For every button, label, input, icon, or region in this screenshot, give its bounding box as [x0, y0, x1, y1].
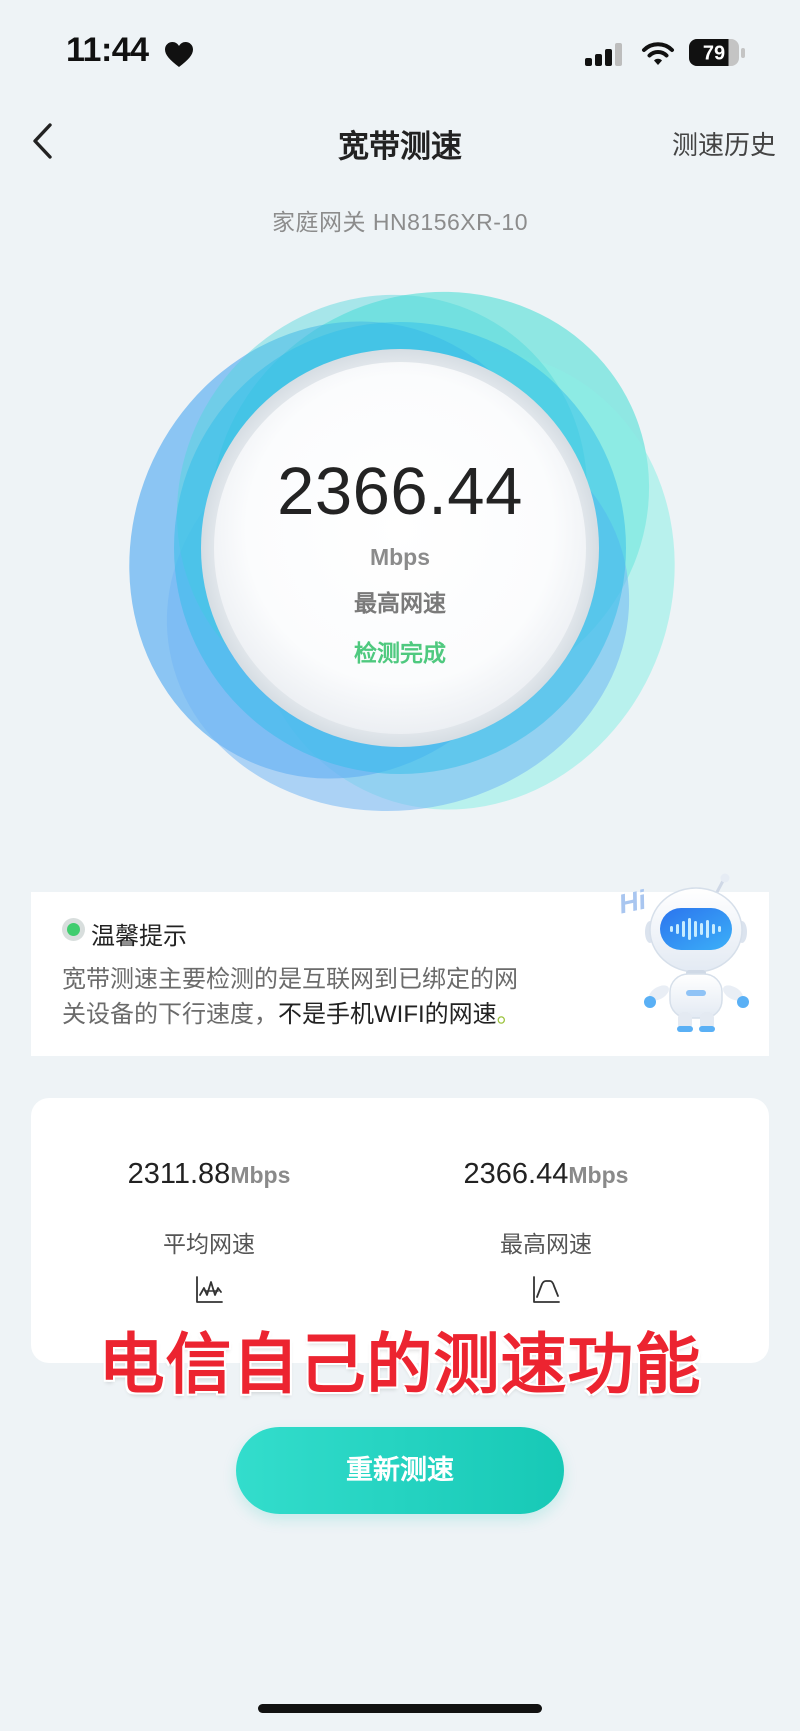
test-status: 检测完成	[354, 640, 446, 666]
max-speed-label: 最高网速	[354, 590, 446, 616]
average-speed-stat: 2311.88Mbps 平均网速	[44, 1098, 374, 1363]
wifi-icon	[642, 42, 674, 65]
battery-tip	[741, 48, 745, 58]
overlay-caption: 电信自己的测速功能	[98, 1327, 702, 1401]
status-dot-icon	[62, 918, 85, 941]
signal-icon	[585, 43, 622, 66]
battery-level: 79	[703, 43, 725, 65]
peak-speed-chart-icon	[533, 1276, 560, 1303]
status-time: 11:44	[66, 31, 149, 69]
max-speed-unit: Mbps	[369, 544, 431, 570]
status-dot-inner	[67, 923, 80, 936]
home-indicator[interactable]	[258, 1704, 542, 1713]
battery-icon: 79	[689, 39, 745, 66]
peak-speed-label: 最高网速	[500, 1231, 592, 1257]
tip-text-end: 。	[496, 1001, 521, 1028]
max-speed-value: 2366.44	[277, 454, 523, 529]
peak-speed-stat: 2366.44Mbps 最高网速	[381, 1098, 711, 1363]
gateway-device-label: 家庭网关 HN8156XR-10	[272, 209, 528, 235]
tip-text-segment: 关设备的下行速度，	[62, 1001, 278, 1028]
tip-title: 温馨提示	[91, 923, 187, 950]
tip-text-emphasis: 不是手机WIFI的网速	[278, 1001, 497, 1028]
peak-speed-value: 2366.44	[463, 1158, 569, 1190]
average-speed-chart-icon	[196, 1276, 223, 1303]
tip-text-line: 宽带测速主要检测的是互联网到已绑定的网	[62, 966, 518, 993]
stat-value-line: 2366.44Mbps	[381, 1158, 711, 1191]
robot-mascot-icon	[644, 873, 749, 1032]
stat-value-line: 2311.88Mbps	[44, 1158, 374, 1191]
average-speed-label: 平均网速	[163, 1231, 255, 1257]
heart-icon	[165, 42, 193, 67]
peak-speed-unit: Mbps	[568, 1162, 629, 1188]
average-speed-unit: Mbps	[230, 1162, 291, 1188]
speed-test-history-link[interactable]: 测速历史	[672, 125, 776, 162]
average-speed-value: 2311.88	[127, 1158, 231, 1190]
tip-text-line: 关设备的下行速度，不是手机WIFI的网速。	[62, 997, 521, 1032]
speed-stats-card: 2311.88Mbps 平均网速 2366.44Mbps 最高网速	[31, 1098, 769, 1363]
retest-button[interactable]: 重新测速	[236, 1427, 564, 1514]
